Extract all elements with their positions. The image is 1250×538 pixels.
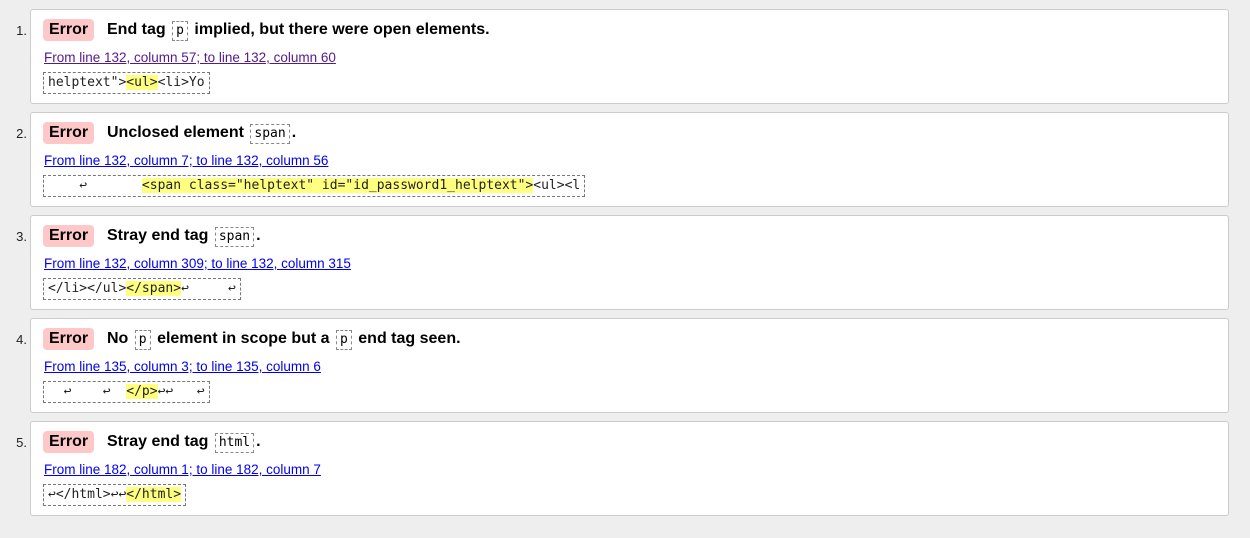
error-number: 3. <box>16 229 27 244</box>
code-extract: </li></ul></span>↩ ↩ <box>43 278 241 300</box>
error-message: Stray end tag html. <box>107 431 261 455</box>
code-extract: ↩</html>↩↩</html> <box>43 484 187 506</box>
error-badge: Error <box>43 19 95 41</box>
extract-highlight: </span> <box>126 281 182 296</box>
error-number: 1. <box>16 23 27 38</box>
error-location-link[interactable]: From line 132, column 57; to line 132, c… <box>44 50 336 65</box>
error-badge: Error <box>43 431 95 453</box>
error-number: 2. <box>16 126 27 141</box>
error-message: Stray end tag span. <box>107 225 261 249</box>
code-p: p <box>134 330 151 350</box>
error-badge: Error <box>43 122 95 144</box>
error-item: 1. Error End tag p implied, but there we… <box>0 9 1250 104</box>
code-extract: ↩ ↩ </p>↩↩ ↩ <box>43 381 210 403</box>
error-card: Error No p element in scope but a p end … <box>30 318 1229 413</box>
extract-highlight: <span class="helptext" id="id_password1_… <box>141 178 534 193</box>
code-p: p <box>172 21 188 41</box>
error-message: Unclosed element span. <box>107 122 296 146</box>
error-card: Error Stray end tag span. From line 132,… <box>30 215 1229 310</box>
error-item: 5. Error Stray end tag html. From line 1… <box>0 421 1250 516</box>
error-number: 5. <box>16 435 27 450</box>
extract-highlight: </p> <box>126 384 158 399</box>
error-location-link[interactable]: From line 132, column 7; to line 132, co… <box>44 153 328 168</box>
error-badge: Error <box>43 328 95 350</box>
error-message: No p element in scope but a p end tag se… <box>107 328 461 352</box>
error-message: End tag p implied, but there were open e… <box>107 19 490 43</box>
code-span: span <box>214 227 255 247</box>
error-item: 2. Error Unclosed element span. From lin… <box>0 112 1250 207</box>
code-span: span <box>250 124 290 144</box>
error-location-link[interactable]: From line 135, column 3; to line 135, co… <box>44 359 321 374</box>
code-extract: ↩ <span class="helptext" id="id_password… <box>43 175 586 197</box>
error-badge: Error <box>43 225 95 247</box>
error-card: Error Stray end tag html. From line 182,… <box>30 421 1229 516</box>
code-extract: helptext"><ul><li>Yo <box>43 72 210 94</box>
error-card: Error End tag p implied, but there were … <box>30 9 1229 104</box>
error-number: 4. <box>16 332 27 347</box>
error-location-link[interactable]: From line 132, column 309; to line 132, … <box>44 256 351 271</box>
validation-results-list: 1. Error End tag p implied, but there we… <box>0 0 1250 538</box>
error-card: Error Unclosed element span. From line 1… <box>30 112 1229 207</box>
code-p: p <box>336 330 352 350</box>
extract-highlight: <ul> <box>126 75 158 90</box>
error-item: 3. Error Stray end tag span. From line 1… <box>0 215 1250 310</box>
error-location-link[interactable]: From line 182, column 1; to line 182, co… <box>44 462 321 477</box>
extract-highlight: </html> <box>126 487 182 502</box>
code-html: html <box>214 433 255 453</box>
error-item: 4. Error No p element in scope but a p e… <box>0 318 1250 413</box>
